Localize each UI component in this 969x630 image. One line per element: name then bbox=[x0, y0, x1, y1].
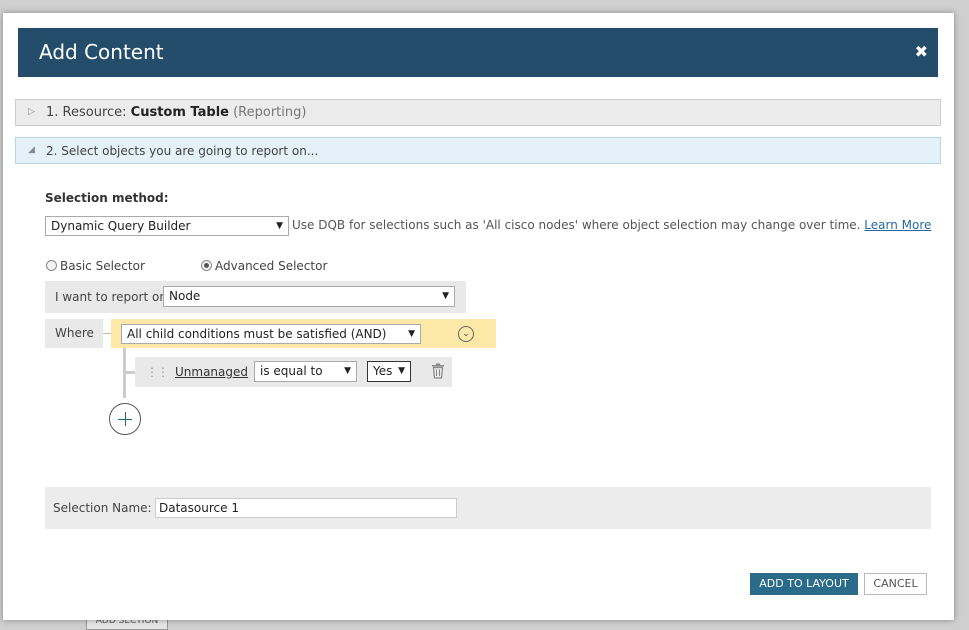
tree-connector-horizontal bbox=[123, 371, 135, 374]
advanced-selector-radio[interactable]: Advanced Selector bbox=[201, 259, 327, 273]
radio-icon bbox=[46, 260, 57, 271]
condition-logic-select[interactable]: All child conditions must be satisfied (… bbox=[121, 324, 421, 344]
dropdown-arrow-icon: ▼ bbox=[398, 366, 405, 376]
condition-logic-value: All child conditions must be satisfied (… bbox=[127, 327, 387, 341]
learn-more-link[interactable]: Learn More bbox=[864, 218, 931, 232]
basic-selector-label: Basic Selector bbox=[60, 259, 145, 273]
where-block: Where bbox=[45, 319, 103, 348]
dropdown-arrow-icon: ▼ bbox=[344, 366, 351, 376]
where-label: Where bbox=[55, 326, 94, 340]
rule-operator-value: is equal to bbox=[260, 364, 323, 378]
report-on-select[interactable]: Node ▼ bbox=[163, 286, 455, 307]
step-resource-suffix: (Reporting) bbox=[233, 105, 307, 120]
step-select-objects[interactable]: ◢ 2. Select objects you are going to rep… bbox=[15, 137, 941, 164]
rule-operator-select[interactable]: is equal to ▼ bbox=[254, 361, 357, 382]
add-content-dialog: Add Content ✖ ▷ 1. Resource: Custom Tabl… bbox=[3, 13, 954, 620]
selection-name-label: Selection Name: bbox=[53, 501, 152, 515]
dialog-header: Add Content ✖ bbox=[18, 28, 938, 77]
rule-value-value: Yes bbox=[373, 364, 393, 378]
basic-selector-radio[interactable]: Basic Selector bbox=[46, 259, 145, 273]
add-to-layout-button[interactable]: ADD TO LAYOUT bbox=[750, 573, 858, 595]
rule-field-link[interactable]: Unmanaged bbox=[175, 365, 248, 379]
dqb-description: Use DQB for selections such as 'All cisc… bbox=[292, 218, 931, 232]
trash-icon[interactable] bbox=[431, 363, 445, 379]
chevron-down-circle-icon[interactable]: ⌄ bbox=[458, 326, 474, 342]
step-select-objects-label: 2. Select objects you are going to repor… bbox=[46, 144, 319, 158]
step-resource-label: 1. Resource: Custom Table (Reporting) bbox=[46, 105, 306, 120]
selection-method-label: Selection method: bbox=[45, 191, 169, 205]
step-resource-prefix: 1. Resource: bbox=[46, 105, 131, 120]
cancel-button[interactable]: CANCEL bbox=[864, 573, 927, 595]
plus-circle-icon[interactable] bbox=[109, 403, 141, 435]
dropdown-arrow-icon: ▼ bbox=[408, 329, 415, 339]
step-resource-name: Custom Table bbox=[130, 105, 229, 120]
selection-name-row: Selection Name: bbox=[45, 487, 931, 529]
report-on-label: I want to report on bbox=[55, 290, 167, 304]
step-resource[interactable]: ▷ 1. Resource: Custom Table (Reporting) bbox=[15, 99, 941, 126]
condition-rule: ⋮⋮ Unmanaged is equal to ▼ Yes ▼ bbox=[135, 357, 452, 387]
close-icon[interactable]: ✖ bbox=[915, 42, 928, 61]
connector-line bbox=[103, 333, 111, 334]
drag-handle-icon[interactable]: ⋮⋮ bbox=[146, 365, 169, 379]
rule-value-select[interactable]: Yes ▼ bbox=[367, 361, 411, 382]
condition-group: All child conditions must be satisfied (… bbox=[111, 319, 496, 348]
selection-method-select[interactable]: Dynamic Query Builder ▼ bbox=[45, 216, 289, 236]
dropdown-arrow-icon: ▼ bbox=[276, 221, 283, 231]
selection-name-input[interactable] bbox=[155, 498, 457, 518]
advanced-selector-label: Advanced Selector bbox=[215, 259, 328, 273]
dqb-description-text: Use DQB for selections such as 'All cisc… bbox=[292, 218, 861, 232]
report-on-value: Node bbox=[169, 289, 201, 303]
dialog-title: Add Content bbox=[39, 40, 164, 64]
selection-method-value: Dynamic Query Builder bbox=[51, 219, 191, 233]
collapse-arrow-icon: ◢ bbox=[28, 145, 35, 155]
radio-selected-icon bbox=[201, 260, 212, 271]
expand-arrow-icon: ▷ bbox=[28, 107, 35, 117]
report-on-row: I want to report on Node ▼ bbox=[45, 281, 466, 313]
dropdown-arrow-icon: ▼ bbox=[442, 291, 449, 301]
